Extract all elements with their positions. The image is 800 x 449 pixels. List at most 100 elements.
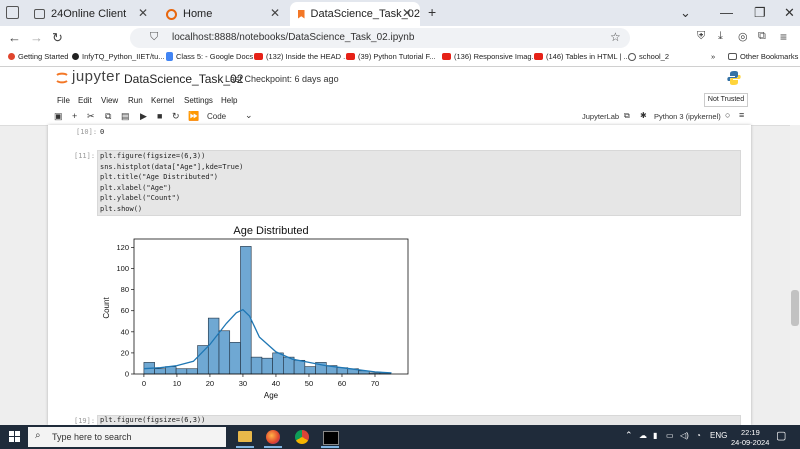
new-tab-button[interactable]: + bbox=[428, 4, 436, 20]
windows-start-icon[interactable] bbox=[9, 431, 20, 442]
histogram-bar bbox=[197, 345, 209, 375]
copy-icon[interactable]: ⧉ bbox=[105, 111, 111, 122]
folder-icon bbox=[728, 53, 737, 60]
account-icon[interactable]: ◎ bbox=[738, 30, 748, 43]
bookmark-item[interactable]: (146) Tables in HTML | ... bbox=[534, 52, 630, 61]
bookmark-item[interactable]: (132) Inside the HEAD ... bbox=[254, 52, 349, 61]
firefox-icon[interactable] bbox=[266, 430, 280, 444]
restart-icon[interactable]: ↻ bbox=[172, 111, 180, 122]
x-tick-label: 20 bbox=[206, 379, 214, 388]
menu-run[interactable]: Run bbox=[128, 96, 143, 105]
minimize-icon[interactable]: — bbox=[720, 5, 733, 20]
youtube-icon bbox=[534, 53, 543, 60]
input-prompt: [19]: bbox=[74, 417, 96, 425]
x-tick-label: 60 bbox=[338, 379, 346, 388]
bookmarks-overflow-icon[interactable]: » bbox=[711, 52, 715, 61]
jupyterlab-link[interactable]: JupyterLab bbox=[582, 112, 619, 121]
menu-icon[interactable]: ≡ bbox=[739, 110, 744, 120]
tab-24online[interactable]: 24Online Client ✕ bbox=[26, 2, 156, 26]
x-tick-label: 40 bbox=[272, 379, 280, 388]
bookmark-item[interactable]: (39) Python Tutorial F... bbox=[346, 52, 436, 61]
kernel-name[interactable]: Python 3 (ipykernel) bbox=[654, 112, 721, 121]
cut-icon[interactable]: ✂ bbox=[87, 111, 95, 122]
chevron-up-icon[interactable]: ⌃ bbox=[625, 430, 633, 441]
chevron-down-icon[interactable]: ⌄ bbox=[680, 5, 691, 21]
menu-view[interactable]: View bbox=[101, 96, 118, 105]
external-link-icon[interactable]: ⧉ bbox=[624, 111, 630, 121]
onedrive-icon[interactable]: ☁ bbox=[639, 431, 647, 440]
menu-file[interactable]: File bbox=[57, 96, 70, 105]
x-tick-label: 30 bbox=[239, 379, 247, 388]
battery-icon[interactable]: ▮ bbox=[653, 431, 657, 440]
monitor-icon bbox=[34, 9, 45, 19]
search-placeholder[interactable]: Type here to search bbox=[52, 432, 132, 442]
jupyter-logo-text[interactable]: jupyter bbox=[72, 68, 121, 85]
fast-forward-icon[interactable]: ⏩ bbox=[188, 111, 199, 122]
network-icon[interactable]: ▭ bbox=[666, 431, 674, 440]
code-line: plt.show() bbox=[100, 204, 143, 213]
menu-help[interactable]: Help bbox=[221, 96, 237, 105]
extensions-icon[interactable]: ⧉ bbox=[758, 30, 766, 43]
reload-icon[interactable]: ↻ bbox=[52, 30, 63, 46]
scrollbar-thumb[interactable] bbox=[791, 290, 799, 326]
tab-label: Home bbox=[183, 8, 213, 20]
pocket-icon[interactable]: ⛨ bbox=[697, 30, 705, 43]
wifi-icon[interactable]: ◔ bbox=[696, 431, 701, 440]
shield-icon[interactable]: ⛉ bbox=[150, 31, 158, 44]
close-window-icon[interactable]: ✕ bbox=[784, 5, 795, 21]
histogram-bar bbox=[261, 357, 273, 375]
language-indicator[interactable]: ENG bbox=[710, 431, 727, 440]
restore-icon[interactable]: ❐ bbox=[754, 5, 766, 21]
run-icon[interactable]: ▶ bbox=[140, 111, 147, 122]
active-app-indicator bbox=[321, 446, 339, 448]
add-cell-icon[interactable]: + bbox=[72, 111, 77, 121]
file-explorer-icon[interactable] bbox=[238, 431, 252, 442]
bookmark-item[interactable]: Getting Started bbox=[8, 52, 68, 61]
bookmark-item[interactable]: Class 5: - Google Docs bbox=[166, 52, 253, 61]
save-icon[interactable]: ▣ bbox=[54, 111, 63, 122]
bookmark-item[interactable]: school_2 bbox=[628, 52, 669, 61]
jupyter-logo-icon[interactable] bbox=[56, 70, 68, 86]
menu-kernel[interactable]: Kernel bbox=[151, 96, 174, 105]
star-icon[interactable]: ☆ bbox=[610, 30, 621, 44]
bookmark-item[interactable]: InfyTQ_Python_IIET/tu... bbox=[72, 52, 165, 61]
y-tick-label: 80 bbox=[121, 285, 129, 294]
tab-actions-icon[interactable] bbox=[6, 6, 19, 19]
paste-icon[interactable]: ▤ bbox=[121, 111, 130, 122]
gear-icon[interactable]: ✱ bbox=[640, 111, 647, 120]
code-line: plt.figure(figsize=(6,3)) bbox=[100, 416, 206, 424]
close-icon[interactable]: ✕ bbox=[402, 6, 412, 20]
terminal-icon[interactable] bbox=[323, 431, 339, 445]
menu-icon[interactable]: ≡ bbox=[780, 30, 787, 44]
back-icon[interactable]: ← bbox=[8, 30, 21, 45]
histogram-bar bbox=[175, 368, 188, 375]
forward-icon[interactable]: → bbox=[30, 30, 43, 45]
volume-icon[interactable]: ◁) bbox=[680, 431, 689, 440]
bookmark-item[interactable]: (136) Responsive Imag... bbox=[442, 52, 538, 61]
clock-time[interactable]: 22:19 bbox=[741, 428, 760, 437]
chrome-icon[interactable] bbox=[295, 430, 309, 444]
url-text[interactable]: localhost:8888/notebooks/DataScience_Tas… bbox=[172, 32, 414, 43]
menu-edit[interactable]: Edit bbox=[78, 96, 92, 105]
clock-date[interactable]: 24-09-2024 bbox=[731, 438, 769, 447]
x-axis-label: Age bbox=[264, 391, 279, 400]
menu-settings[interactable]: Settings bbox=[184, 96, 213, 105]
page-scrollbar[interactable] bbox=[790, 125, 800, 425]
cell-type-select[interactable]: Code bbox=[207, 112, 226, 121]
download-icon[interactable]: ⤓ bbox=[718, 30, 723, 43]
chevron-down-icon[interactable]: ⌄ bbox=[245, 110, 253, 121]
globe-icon bbox=[628, 52, 636, 61]
trust-button[interactable]: Not Trusted bbox=[704, 93, 748, 107]
bookmark-item[interactable]: Other Bookmarks bbox=[728, 52, 798, 61]
tab-home[interactable]: Home ✕ bbox=[158, 2, 288, 26]
histogram-bar bbox=[165, 366, 177, 375]
stop-icon[interactable]: ■ bbox=[157, 111, 162, 121]
chart-title: Age Distributed bbox=[233, 225, 308, 237]
active-app-indicator bbox=[264, 446, 282, 448]
histogram-bar bbox=[293, 359, 306, 375]
close-icon[interactable]: ✕ bbox=[270, 6, 280, 20]
close-icon[interactable]: ✕ bbox=[138, 6, 148, 20]
notifications-icon[interactable]: ▢ bbox=[776, 429, 786, 442]
plot-frame bbox=[133, 238, 409, 375]
tab-datascience[interactable]: DataScience_Task_02 ✕ bbox=[290, 2, 420, 26]
